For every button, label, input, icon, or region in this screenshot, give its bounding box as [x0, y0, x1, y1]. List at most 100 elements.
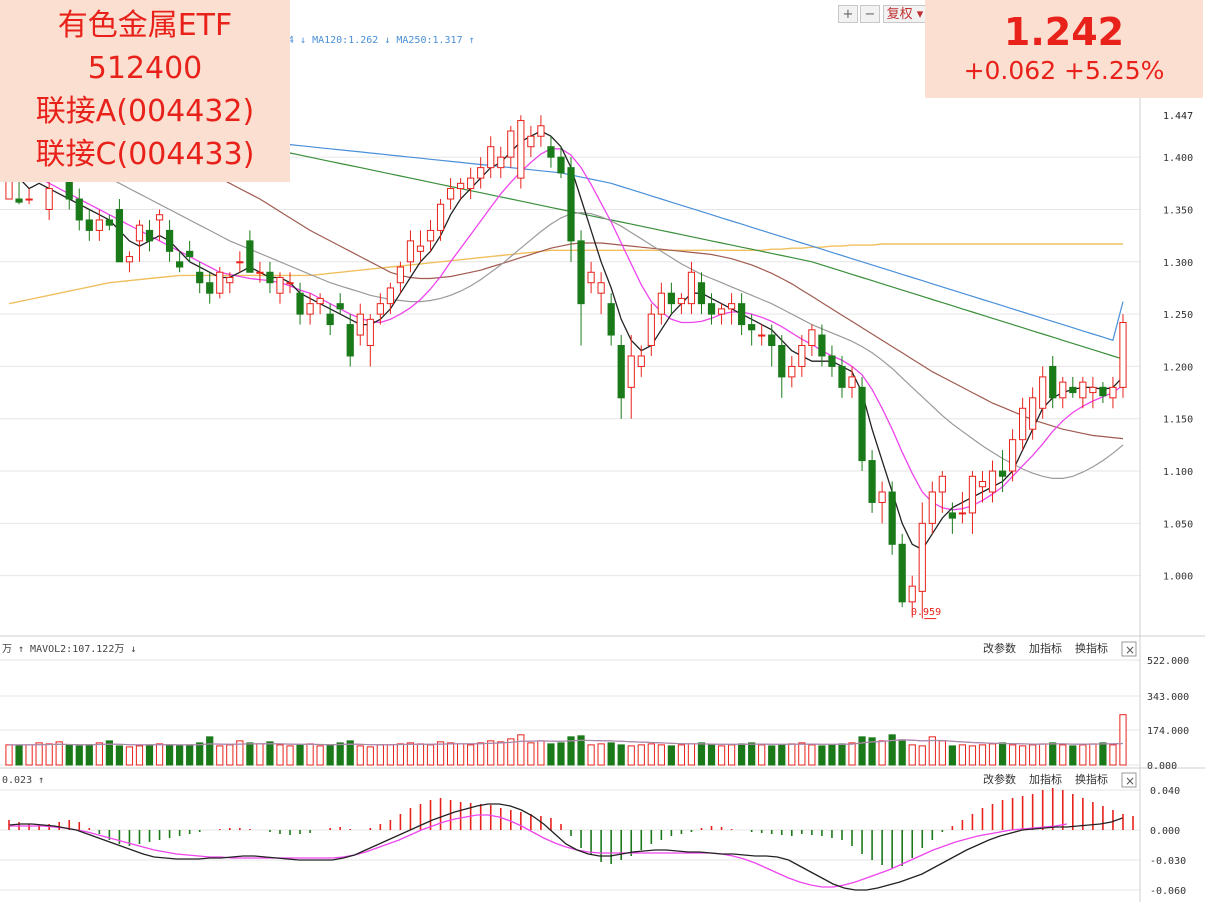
volume-bar: [758, 744, 766, 766]
candle-body: [637, 355, 645, 367]
volume-bar: [416, 743, 425, 766]
volume-panel: [5, 714, 1127, 766]
y-tick-label: 1.250: [1163, 310, 1193, 321]
volume-bar: [356, 745, 364, 766]
candle-body: [577, 240, 585, 305]
macd-btn-add[interactable]: 加指标: [1029, 772, 1062, 786]
volume-bar: [828, 744, 836, 766]
candle-body: [487, 146, 495, 169]
volume-bar: [768, 745, 776, 766]
volume-bar: [627, 745, 635, 766]
candle-body: [938, 475, 946, 493]
volume-bar: [125, 746, 134, 766]
vol-btn-switch[interactable]: 换指标: [1075, 641, 1108, 655]
volume-bar: [135, 745, 144, 766]
candle-body: [286, 282, 294, 285]
candle-body: [426, 229, 435, 242]
volume-bar: [95, 742, 103, 766]
candle-body: [226, 276, 234, 284]
volume-ma2-line: [9, 739, 1124, 746]
candle-body: [276, 276, 284, 294]
candle-body: [687, 271, 696, 305]
candle-body: [125, 256, 134, 263]
candle-body: [1089, 386, 1097, 394]
volume-bar: [537, 740, 545, 766]
volume-bar: [196, 742, 204, 766]
volume-bar: [165, 744, 174, 766]
macd-btn-params[interactable]: 改参数: [983, 772, 1016, 786]
volume-bar: [497, 741, 505, 766]
volume-bar: [717, 745, 726, 766]
macd-btn-switch[interactable]: 换指标: [1075, 772, 1108, 786]
macd-dea-line: [9, 814, 1067, 888]
y-tick-label: 174.000: [1147, 726, 1189, 737]
candle-body: [627, 355, 635, 388]
candle-body: [808, 329, 816, 347]
volume-bar: [1059, 744, 1067, 766]
candle-body: [336, 303, 344, 310]
y-tick-label: 1.200: [1163, 362, 1193, 373]
candle-body: [838, 365, 846, 388]
candle-body: [155, 214, 164, 221]
candle-body: [446, 188, 455, 200]
candle-body: [607, 303, 615, 336]
macd-close-icon: ×: [1125, 774, 1135, 788]
y-tick-label: 1.100: [1163, 467, 1193, 478]
candle-body: [928, 491, 936, 524]
volume-bar: [798, 742, 806, 766]
volume-bar: [1109, 744, 1117, 766]
vol-btn-add[interactable]: 加指标: [1029, 641, 1062, 655]
y-tick-label: 1.050: [1163, 519, 1193, 530]
y-tick-label: -0.060: [1150, 886, 1186, 897]
y-tick-label: 0.000: [1150, 826, 1180, 837]
candle-body: [45, 188, 53, 210]
candle-body: [145, 229, 154, 242]
volume-bar: [958, 744, 967, 766]
volume-bar: [517, 734, 525, 766]
zoom-in-button[interactable]: +: [838, 5, 858, 23]
candle-body: [878, 491, 886, 503]
ma250-gold-line: [8, 243, 1123, 305]
adjust-dropdown[interactable]: 复权 ▾: [883, 5, 927, 23]
high-axis-label: 1.447: [1163, 111, 1193, 122]
last-price: 1.242: [1003, 10, 1125, 54]
low-marker-label: 0.959: [911, 607, 941, 618]
volume-bar: [898, 739, 906, 766]
volume-bar: [637, 744, 645, 766]
candle-body: [497, 156, 505, 169]
candle-body: [798, 345, 806, 367]
y-tick-label: 1.400: [1163, 153, 1193, 164]
volume-bar: [1069, 745, 1077, 766]
volume-bar: [1019, 745, 1027, 766]
candle-body: [537, 125, 545, 137]
candle-body: [246, 240, 254, 273]
volume-bar: [406, 742, 415, 766]
candle-body: [457, 182, 465, 190]
volume-bar: [617, 744, 625, 766]
candle-body: [376, 303, 384, 315]
volume-bar: [276, 744, 284, 766]
volume-bar: [1089, 743, 1097, 766]
candle-body: [918, 522, 926, 592]
candle-body: [848, 376, 856, 388]
candle-body: [677, 297, 686, 305]
volume-bar: [998, 742, 1007, 766]
candle-body: [828, 355, 836, 367]
candle-body: [1039, 376, 1047, 409]
candle-body: [186, 250, 194, 258]
candle-body: [1019, 407, 1027, 441]
volume-bar: [286, 745, 294, 766]
candle-body: [386, 287, 394, 305]
volume-bar: [808, 744, 816, 766]
candle-body: [1029, 397, 1037, 430]
volume-bar: [788, 743, 796, 766]
candle-body: [346, 324, 354, 357]
candle-body: [326, 313, 334, 326]
zoom-out-button[interactable]: −: [860, 5, 880, 23]
vol-btn-params[interactable]: 改参数: [983, 641, 1016, 655]
candle-body: [587, 271, 595, 284]
candle-body: [818, 334, 826, 357]
volume-bar: [687, 743, 696, 766]
candle-body: [667, 292, 675, 305]
volume-bar: [15, 745, 23, 766]
